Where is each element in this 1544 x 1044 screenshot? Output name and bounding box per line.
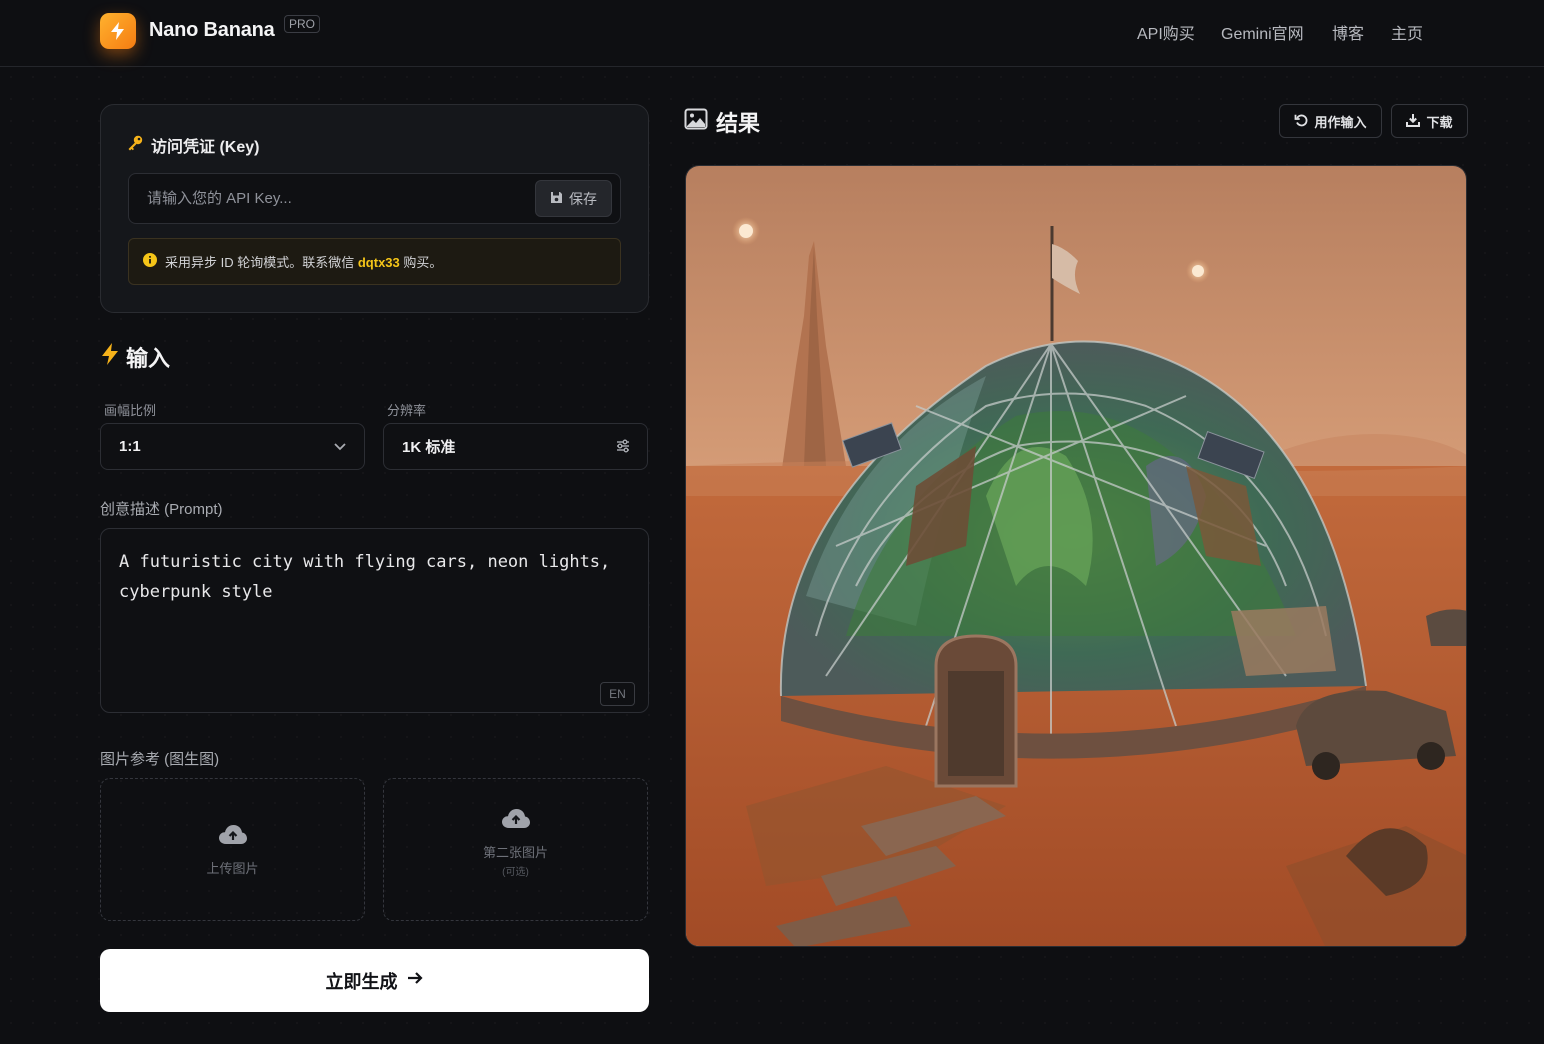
chevron-down-icon <box>332 438 348 458</box>
save-key-label: 保存 <box>569 190 597 207</box>
credentials-panel: 访问凭证 (Key) 保存 采用异步 ID 轮询模式。联系微信 dqtx33 购… <box>100 104 649 313</box>
prompt-textarea[interactable] <box>101 529 648 712</box>
save-key-button[interactable]: 保存 <box>535 180 612 217</box>
upload-image-2[interactable]: 第二张图片 (可选) <box>383 778 648 921</box>
upload-image-1-label: 上传图片 <box>206 860 259 876</box>
use-as-input-button[interactable]: 用作输入 <box>1279 104 1382 138</box>
input-title-text: 输入 <box>126 346 171 371</box>
download-icon <box>1406 113 1421 130</box>
use-as-input-label: 用作输入 <box>1314 114 1367 130</box>
generate-button[interactable]: 立即生成 <box>100 949 649 1012</box>
floppy-disk-icon <box>550 191 563 207</box>
nav-link-gemini[interactable]: Gemini官网 <box>1221 20 1304 44</box>
aspect-ratio-select[interactable]: 1:1 <box>100 423 365 470</box>
nav-link-blog[interactable]: 博客 <box>1332 20 1364 44</box>
nav-link-api[interactable]: API购买 <box>1137 20 1195 44</box>
image-icon <box>684 108 708 136</box>
aspect-ratio-label: 画幅比例 <box>104 403 157 418</box>
aspect-ratio-value: 1:1 <box>119 438 141 455</box>
lightning-logo-icon[interactable] <box>100 13 136 49</box>
upload-image-1[interactable]: 上传图片 <box>100 778 365 921</box>
notice-text: 采用异步 ID 轮询模式。联系微信 <box>165 255 355 270</box>
lightning-icon <box>100 342 120 372</box>
credentials-title: 访问凭证 (Key) <box>126 133 259 157</box>
nav-link-home[interactable]: 主页 <box>1391 20 1423 44</box>
result-title-text: 结果 <box>716 111 761 136</box>
generate-label: 立即生成 <box>325 971 398 992</box>
cloud-upload-icon <box>501 807 531 834</box>
purchase-notice: 采用异步 ID 轮询模式。联系微信 dqtx33 购买。 <box>128 238 621 285</box>
input-section-title: 输入 <box>100 341 170 373</box>
download-label: 下载 <box>1426 114 1453 130</box>
notice-suffix: 购买。 <box>403 255 443 270</box>
upload-image-2-label: 第二张图片 <box>482 845 548 860</box>
brand-name[interactable]: Nano Banana <box>149 19 275 42</box>
cloud-upload-icon <box>218 823 248 850</box>
prompt-label: 创意描述 (Prompt) <box>100 501 223 518</box>
generated-image[interactable] <box>685 165 1467 947</box>
key-icon <box>126 134 144 157</box>
top-bar: Nano Banana PRO API购买 Gemini官网 博客 主页 <box>0 0 1544 67</box>
wechat-id: dqtx33 <box>357 255 400 270</box>
language-badge[interactable]: EN <box>600 682 635 706</box>
arrow-right-icon <box>406 970 424 991</box>
credentials-title-text: 访问凭证 (Key) <box>151 139 260 156</box>
resolution-value: 1K 标准 <box>402 439 456 456</box>
sliders-icon <box>615 438 631 458</box>
upload-image-2-optional: (可选) <box>502 867 529 878</box>
resolution-select[interactable]: 1K 标准 <box>383 423 648 470</box>
info-icon <box>143 253 157 270</box>
result-section-title: 结果 <box>684 106 760 138</box>
api-key-field: 保存 <box>128 173 621 224</box>
download-button[interactable]: 下载 <box>1391 104 1468 138</box>
resolution-label: 分辨率 <box>387 403 427 418</box>
pro-badge: PRO <box>284 15 321 33</box>
image-reference-label: 图片参考 (图生图) <box>100 751 220 768</box>
api-key-input[interactable] <box>129 174 529 223</box>
rotate-ccw-icon <box>1294 113 1308 130</box>
prompt-field: EN <box>100 528 649 713</box>
